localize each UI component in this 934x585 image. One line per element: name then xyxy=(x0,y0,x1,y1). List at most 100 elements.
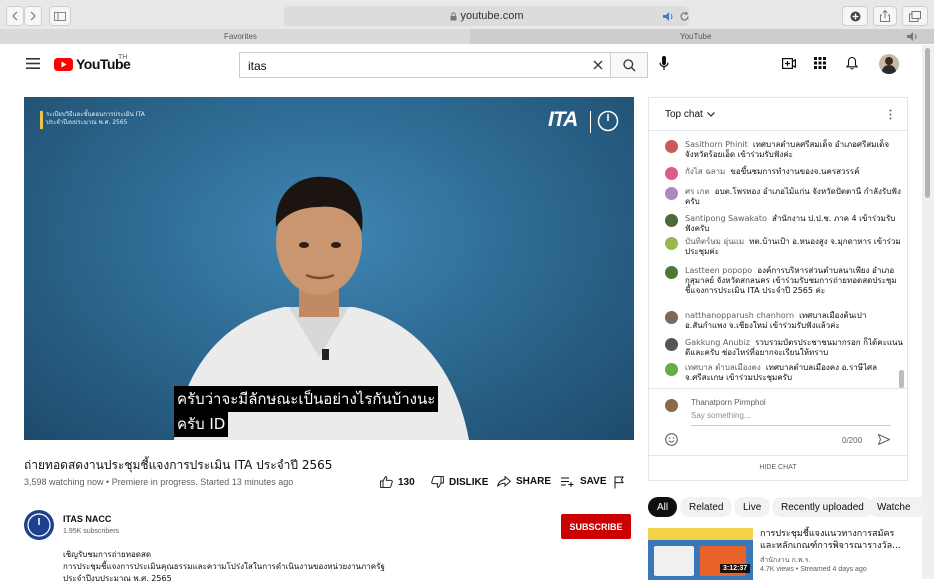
back-button[interactable] xyxy=(6,6,24,26)
overlay-line-2: ประจำปีงบประมาณ พ.ศ. 2565 xyxy=(46,119,128,126)
microphone-icon[interactable] xyxy=(659,56,669,71)
sidebar-icon xyxy=(54,11,66,21)
share-button[interactable]: SHARE xyxy=(497,476,551,487)
chevron-right-icon xyxy=(30,11,36,21)
current-user-avatar xyxy=(665,399,678,412)
account-avatar[interactable] xyxy=(879,54,899,74)
clear-search-icon[interactable] xyxy=(593,60,603,70)
emoji-icon[interactable] xyxy=(665,433,678,446)
send-icon[interactable] xyxy=(878,434,890,445)
chip-live[interactable]: Live xyxy=(734,497,771,517)
forward-button[interactable] xyxy=(24,6,42,26)
favorites-label[interactable]: Favorites xyxy=(224,32,257,41)
chat-author: natthanopparush chanhorn xyxy=(685,311,795,320)
chat-message-input[interactable]: Say something... xyxy=(691,411,891,426)
ita-logo: ITA xyxy=(548,108,578,131)
channel-logo-icon xyxy=(27,513,51,537)
chat-scrollbar[interactable] xyxy=(899,370,904,388)
chat-avatar xyxy=(665,237,678,250)
browser-toolbar: youtube.com Favorites YouTube xyxy=(0,0,934,44)
current-user-name: Thanatporn Pirmphol xyxy=(691,398,766,407)
share-label: SHARE xyxy=(516,476,552,487)
save-label: SAVE xyxy=(580,476,607,487)
hide-chat-divider xyxy=(649,455,907,456)
chat-author: Santipong Sawakato xyxy=(685,214,767,223)
page-scrollbar-thumb[interactable] xyxy=(925,48,930,198)
chat-avatar xyxy=(665,167,678,180)
reload-icon[interactable] xyxy=(679,11,690,22)
chat-avatar xyxy=(665,140,678,153)
video-stats: 3,598 watching now • Premiere in progres… xyxy=(24,477,294,487)
logo-divider xyxy=(590,111,591,133)
caption-line-1: ครับว่าจะมีลักษณะเป็นอย่างไรกันบ้างนะ xyxy=(174,386,439,412)
share-icon xyxy=(880,10,890,22)
more-options-icon[interactable] xyxy=(889,109,892,120)
search-button[interactable] xyxy=(610,52,648,78)
subscriber-count: 1.95K subscribers xyxy=(63,528,120,535)
tabs-icon xyxy=(909,10,921,22)
hide-chat-button[interactable]: HIDE CHAT xyxy=(649,464,907,471)
dislike-label: DISLIKE xyxy=(449,476,489,488)
video-duration: 3:12:37 xyxy=(720,564,751,573)
address-bar[interactable]: youtube.com xyxy=(284,6,689,26)
apps-grid-icon[interactable] xyxy=(814,57,826,69)
like-button[interactable]: 130 xyxy=(380,476,415,488)
caption-line-2: ครับ ID xyxy=(174,411,229,437)
dislike-button[interactable]: DISLIKE xyxy=(431,476,488,488)
channel-name[interactable]: ITAS NACC xyxy=(63,514,111,524)
playlist-add-icon xyxy=(561,477,574,487)
chat-author: กังไส ฉลาม xyxy=(685,167,726,176)
chevron-left-icon xyxy=(12,11,18,21)
chat-mode-dropdown[interactable]: Top chat xyxy=(665,109,715,120)
chat-avatar xyxy=(665,338,678,351)
speaker-icon[interactable] xyxy=(663,12,677,21)
share-browser-button[interactable] xyxy=(873,6,897,26)
save-button[interactable]: SAVE xyxy=(561,476,607,487)
extension-button[interactable] xyxy=(842,6,868,26)
sidebar-button[interactable] xyxy=(49,6,71,26)
chat-avatar xyxy=(665,311,678,324)
video-player[interactable]: ระเบียบวิธีและขั้นตอนการประเมิน ITA ประจ… xyxy=(24,97,634,440)
tabs-overview-button[interactable] xyxy=(902,6,928,26)
search-icon xyxy=(622,58,635,71)
tab-title[interactable]: YouTube xyxy=(680,32,711,41)
related-channel[interactable]: สำนักงาน ก.พ.ร. xyxy=(760,555,811,566)
chat-avatar xyxy=(665,214,678,227)
live-chat-panel: Top chat Sasithorn Phinit เทศบาลตำบลศรีส… xyxy=(648,97,908,481)
lock-icon xyxy=(450,11,456,20)
related-video-thumbnail[interactable]: 3:12:37 xyxy=(648,528,753,580)
thumbnail-panel xyxy=(654,546,694,576)
chip-all[interactable]: All xyxy=(648,497,678,517)
create-video-icon[interactable] xyxy=(782,58,796,69)
char-counter: 0/200 xyxy=(842,436,863,445)
overlay-line-1: ระเบียบวิธีและขั้นตอนการประเมิน ITA xyxy=(46,111,145,118)
video-description: เชิญรับชมการถ่ายทอดสด การประชุมชี้แจงการ… xyxy=(63,549,385,585)
chat-author: ศร เกต xyxy=(685,187,710,196)
chat-input-divider xyxy=(649,388,907,389)
chat-author: Sasithorn Phinit xyxy=(685,140,748,149)
chip-watched[interactable]: Watche xyxy=(868,497,922,517)
related-title-line-1: การประชุมชี้แจงแนวทางการสมัคร xyxy=(760,529,895,539)
bell-icon[interactable] xyxy=(846,56,858,70)
search-input[interactable]: itas xyxy=(239,52,610,78)
chat-author: Lastteen popopo xyxy=(685,266,753,275)
like-count: 130 xyxy=(398,476,415,488)
chip-recently-uploaded[interactable]: Recently uploaded xyxy=(772,497,873,517)
flag-icon[interactable] xyxy=(614,476,625,489)
related-video-title[interactable]: การประชุมชี้แจงแนวทางการสมัคร และหลักเกณ… xyxy=(760,528,901,552)
video-overlay-caption: ระเบียบวิธีและขั้นตอนการประเมิน ITA ประจ… xyxy=(46,111,145,127)
thumbnail-banner xyxy=(648,528,753,540)
video-title: ถ่ายทอดสดงานประชุมชี้แจงการประเมิน ITA ป… xyxy=(24,458,333,472)
menu-icon[interactable] xyxy=(26,58,40,69)
chip-related[interactable]: Related xyxy=(680,497,733,517)
tab-bar: Favorites YouTube xyxy=(0,29,934,44)
chat-text: อบต.โพรทอง อำเภอไม้แก่น จังหวัดปัตตานี ก… xyxy=(685,187,901,206)
channel-avatar[interactable] xyxy=(24,510,54,540)
share-arrow-icon xyxy=(497,476,511,487)
chat-mode-label: Top chat xyxy=(665,109,703,120)
url-text: youtube.com xyxy=(460,10,524,22)
tab-audio-icon[interactable] xyxy=(907,32,921,41)
description-line-1: เชิญรับชมการถ่ายทอดสด xyxy=(63,550,152,559)
subscribe-button[interactable]: SUBSCRIBE xyxy=(561,514,631,539)
chat-author: Gakkung Anubiz xyxy=(685,338,750,347)
